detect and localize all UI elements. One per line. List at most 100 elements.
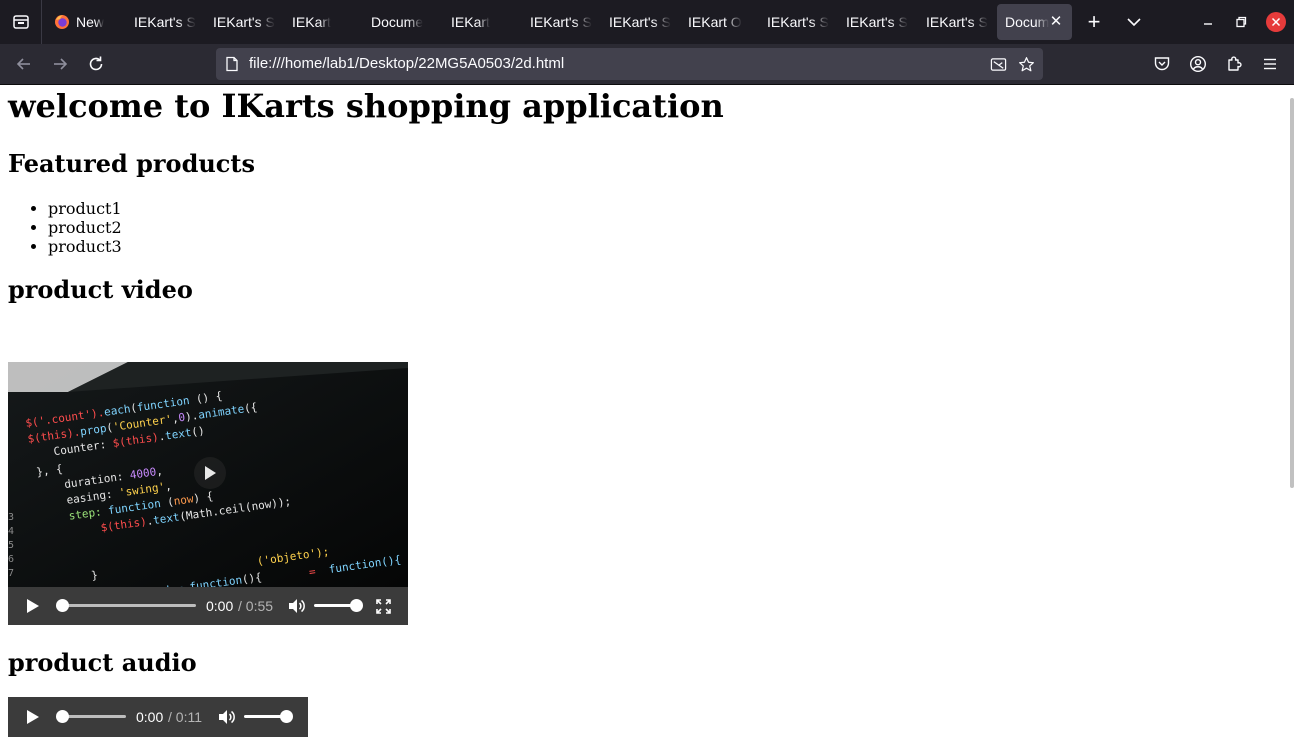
- reader-view-icon[interactable]: [990, 56, 1007, 73]
- close-icon: [1271, 17, 1281, 27]
- tab-label: IEKart's S: [767, 14, 829, 30]
- tab[interactable]: Docume: [363, 4, 439, 40]
- firefox-view-button[interactable]: [0, 0, 42, 44]
- pocket-button[interactable]: [1152, 54, 1172, 74]
- arrow-right-icon: [54, 58, 68, 70]
- product-list: product1 product2 product3: [8, 199, 122, 256]
- menu-button[interactable]: [1260, 54, 1280, 74]
- play-icon: [205, 466, 216, 480]
- play-icon: [27, 710, 39, 724]
- page-scrollbar[interactable]: [1290, 98, 1294, 488]
- product-video-player[interactable]: $('.count').each(function () { $(this).p…: [8, 362, 408, 625]
- tab[interactable]: IEKart's S: [918, 4, 994, 40]
- minimize-button[interactable]: [1198, 12, 1218, 32]
- tab[interactable]: Docum ✕: [997, 4, 1072, 40]
- video-current-time: 0:00: [206, 598, 234, 614]
- tab[interactable]: IEKart: [443, 4, 519, 40]
- close-window-button[interactable]: [1266, 12, 1286, 32]
- tab-label: IEKart's S: [530, 14, 592, 30]
- svg-text:5: 5: [8, 540, 14, 551]
- tab-label: IEKart: [451, 14, 490, 30]
- tab-label: IEKart's S: [213, 14, 275, 30]
- tab-label: IEKart's S: [609, 14, 671, 30]
- tab[interactable]: IEKart's S: [126, 4, 202, 40]
- video-seek-slider[interactable]: [56, 599, 196, 612]
- tab[interactable]: IEKart's S: [522, 4, 598, 40]
- close-tab-icon[interactable]: ✕: [1048, 14, 1064, 30]
- tab-label: IEKart's S: [926, 14, 988, 30]
- account-icon: [1189, 55, 1207, 73]
- firefox-view-icon: [12, 15, 29, 29]
- volume-icon: [289, 599, 305, 613]
- video-play-button[interactable]: [26, 598, 40, 617]
- restore-button[interactable]: [1231, 12, 1251, 32]
- audio-volume-thumb[interactable]: [280, 710, 293, 723]
- page-content: welcome to IKarts shopping application F…: [0, 86, 1294, 741]
- url-bar[interactable]: file:///home/lab1/Desktop/22MG5A0503/2d.…: [216, 48, 1043, 80]
- firefox-icon: [55, 15, 69, 29]
- forward-button[interactable]: [50, 54, 70, 74]
- puzzle-icon: [1228, 56, 1242, 71]
- chevron-down-icon: [1127, 18, 1141, 27]
- video-volume-thumb[interactable]: [350, 599, 363, 612]
- tab[interactable]: IEKart: [284, 4, 360, 40]
- account-button[interactable]: [1188, 54, 1208, 74]
- tab[interactable]: IEKart's S: [205, 4, 281, 40]
- arrow-left-icon: [16, 58, 30, 70]
- video-volume-slider[interactable]: [314, 599, 364, 612]
- audio-volume-slider[interactable]: [244, 710, 294, 723]
- audio-seek-slider[interactable]: [56, 710, 126, 723]
- video-duration: / 0:55: [238, 598, 274, 614]
- product-video-heading: product video: [8, 275, 193, 304]
- video-seek-thumb[interactable]: [56, 599, 69, 612]
- fullscreen-icon: [376, 599, 391, 614]
- tab-label: IEKart: [292, 14, 331, 30]
- tab-label: New: [76, 14, 105, 30]
- bookmark-star-icon[interactable]: [1018, 56, 1035, 73]
- reload-icon: [89, 56, 103, 71]
- back-button[interactable]: [14, 54, 34, 74]
- audio-seek-thumb[interactable]: [56, 710, 69, 723]
- new-tab-button[interactable]: +: [1084, 9, 1104, 34]
- hamburger-icon: [1264, 58, 1276, 70]
- svg-text:7: 7: [8, 568, 14, 579]
- list-item: product1: [48, 199, 122, 218]
- tab-label: IEKart's S: [846, 14, 908, 30]
- tab[interactable]: IEKart's S: [759, 4, 835, 40]
- audio-duration: / 0:11: [168, 709, 202, 725]
- reload-button[interactable]: [86, 54, 106, 74]
- minimize-icon: [1204, 23, 1212, 25]
- page-icon: [226, 56, 238, 72]
- product-audio-player[interactable]: 0:00 / 0:11: [8, 697, 308, 737]
- svg-text:6: 6: [8, 554, 14, 565]
- page-title: welcome to IKarts shopping application: [8, 87, 724, 125]
- audio-current-time: 0:00: [136, 709, 164, 725]
- volume-icon: [219, 710, 235, 724]
- svg-text:4: 4: [8, 526, 14, 537]
- list-all-tabs-button[interactable]: [1124, 12, 1144, 32]
- featured-products-heading: Featured products: [8, 149, 256, 178]
- url-text[interactable]: file:///home/lab1/Desktop/22MG5A0503/2d.…: [249, 55, 564, 72]
- extensions-button[interactable]: [1224, 54, 1244, 74]
- tab[interactable]: IEKart O: [680, 4, 756, 40]
- video-play-overlay-button[interactable]: [194, 457, 226, 489]
- tab-label: IEKart's S: [134, 14, 196, 30]
- plus-icon: +: [1087, 9, 1101, 34]
- video-controls: 0:00 / 0:55: [8, 587, 408, 625]
- tab-label: Docume: [371, 14, 424, 30]
- play-icon: [27, 599, 39, 613]
- audio-mute-button[interactable]: [218, 709, 236, 728]
- video-mute-button[interactable]: [288, 598, 306, 617]
- tab[interactable]: IEKart's S: [838, 4, 914, 40]
- list-item: product2: [48, 218, 122, 237]
- navigation-toolbar: file:///home/lab1/Desktop/22MG5A0503/2d.…: [0, 44, 1294, 85]
- video-fullscreen-button[interactable]: [376, 599, 391, 617]
- list-item: product3: [48, 237, 122, 256]
- product-audio-heading: product audio: [8, 648, 197, 677]
- tab-bar: New IEKart's S IEKart's S IEKart Docume IEKar…: [0, 0, 1294, 44]
- audio-play-button[interactable]: [26, 709, 40, 728]
- tab[interactable]: New: [46, 4, 122, 40]
- pocket-icon: [1154, 57, 1170, 71]
- tab[interactable]: IEKart's S: [601, 4, 677, 40]
- restore-icon: [1236, 16, 1247, 28]
